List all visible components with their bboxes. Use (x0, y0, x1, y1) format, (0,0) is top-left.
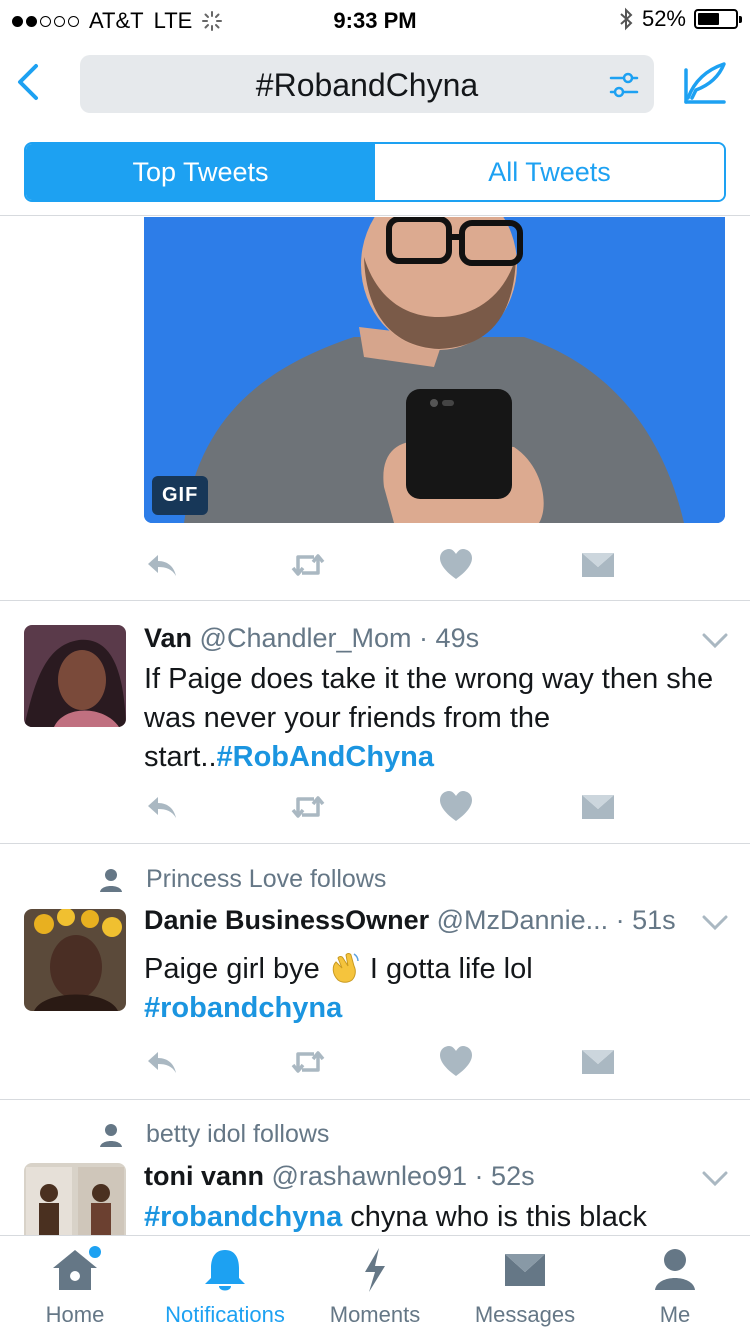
tweet-text-body: Paige girl bye (144, 953, 320, 985)
search-query: #RobandChyna (255, 67, 479, 103)
social-context-label: betty idol follows (146, 1120, 330, 1148)
tweet-header: toni vann @rashawnleo91 · 52s (144, 1161, 535, 1191)
search-header: #RobandChyna Top Tweets All Tweets (0, 40, 750, 216)
divider (0, 600, 750, 601)
compose-tweet-icon[interactable] (682, 60, 728, 106)
divider (0, 1099, 750, 1100)
person-icon (100, 1123, 122, 1147)
tab-messages[interactable]: Messages (450, 1236, 600, 1334)
direct-message-icon[interactable] (580, 1044, 616, 1080)
tweet-text-body: chyna who is this black (350, 1201, 647, 1233)
tab-label: Home (45, 1302, 105, 1327)
tweet-timestamp: 52s (491, 1161, 535, 1191)
chevron-down-icon[interactable] (702, 633, 728, 649)
user-handle[interactable]: @Chandler_Mom (200, 623, 412, 653)
gif-media[interactable]: GIF (144, 217, 725, 523)
user-handle[interactable]: @MzDannie... (437, 905, 608, 935)
tweet-actions (144, 1044, 624, 1084)
reply-icon[interactable] (144, 1044, 180, 1080)
battery-percentage: 52% (641, 6, 686, 31)
display-name[interactable]: Van (144, 623, 192, 653)
direct-message-icon[interactable] (580, 547, 616, 583)
gif-badge: GIF (152, 476, 209, 515)
chevron-down-icon[interactable] (702, 915, 728, 931)
tab-label: Notifications (165, 1302, 285, 1327)
tab-all-tweets[interactable]: All Tweets (375, 144, 724, 200)
hashtag-link[interactable]: #RobAndChyna (217, 741, 435, 773)
bell-icon (205, 1250, 245, 1291)
person-icon (100, 868, 122, 892)
tweet-actions (144, 789, 624, 829)
search-field[interactable]: #RobandChyna (80, 55, 654, 113)
bluetooth-icon (620, 7, 633, 31)
tweet-timestamp: 49s (435, 623, 480, 653)
retweet-icon[interactable] (290, 547, 326, 583)
like-heart-icon[interactable] (438, 547, 474, 583)
tweet-text: If Paige does take it the wrong way then… (144, 660, 724, 777)
tweet-filter-segmented-control: Top Tweets All Tweets (24, 142, 726, 202)
tweet-header: Danie BusinessOwner @MzDannie... · 51s (144, 905, 676, 935)
display-name[interactable]: Danie BusinessOwner (144, 905, 429, 935)
status-bar: AT&T LTE 9:33 PM 52% (0, 0, 750, 40)
like-heart-icon[interactable] (438, 1044, 474, 1080)
tab-moments[interactable]: Moments (300, 1236, 450, 1334)
hashtag-link[interactable]: #robandchyna (144, 992, 342, 1024)
filter-settings-icon[interactable] (608, 69, 640, 101)
tweet-header: Van @Chandler_Mom · 49s (144, 623, 480, 653)
avatar[interactable] (24, 625, 126, 727)
reply-icon[interactable] (144, 547, 180, 583)
display-name[interactable]: toni vann (144, 1161, 264, 1191)
tab-notifications[interactable]: Notifications (150, 1236, 300, 1334)
avatar[interactable] (24, 1163, 126, 1235)
tweet-actions (144, 547, 624, 587)
like-heart-icon[interactable] (438, 789, 474, 825)
battery-icon (694, 9, 742, 29)
tab-label: Moments (329, 1302, 421, 1327)
gif-man-with-phone-image (144, 217, 725, 523)
social-context: Princess Love follows (98, 865, 386, 894)
reply-icon[interactable] (144, 789, 180, 825)
hashtag-link[interactable]: #robandchyna (144, 1201, 342, 1233)
tab-me[interactable]: Me (600, 1236, 750, 1334)
home-icon (53, 1246, 101, 1290)
bottom-tab-bar: Home Notifications Moments Messages Me (0, 1235, 750, 1334)
avatar[interactable] (24, 909, 126, 1011)
tab-home[interactable]: Home (0, 1236, 150, 1334)
retweet-icon[interactable] (290, 789, 326, 825)
tweet-text-body-continued: I gotta life lol (369, 953, 533, 985)
tab-label: Messages (474, 1302, 576, 1327)
envelope-icon (505, 1254, 545, 1286)
back-chevron-icon[interactable] (12, 62, 46, 102)
tab-label: Me (659, 1302, 691, 1327)
chevron-down-icon[interactable] (702, 1171, 728, 1187)
divider (0, 843, 750, 844)
retweet-icon[interactable] (290, 1044, 326, 1080)
tweet-text: Paige girl bye I gotta life lol #robandc… (144, 950, 724, 1028)
lightning-icon (365, 1248, 385, 1292)
direct-message-icon[interactable] (580, 789, 616, 825)
social-context-label: Princess Love follows (146, 865, 387, 893)
tweet-text: #robandchyna chyna who is this black (144, 1198, 724, 1235)
social-context: betty idol follows (98, 1120, 329, 1149)
tweet-timestamp: 51s (632, 905, 676, 935)
tweet-feed[interactable]: GIF Van @Chandler_Mom · 49s If Paige doe… (0, 217, 750, 1235)
person-icon (655, 1249, 695, 1290)
user-handle[interactable]: @rashawnleo91 (272, 1161, 468, 1191)
waving-hand-emoji-icon (332, 953, 359, 983)
tab-top-tweets[interactable]: Top Tweets (26, 144, 375, 200)
